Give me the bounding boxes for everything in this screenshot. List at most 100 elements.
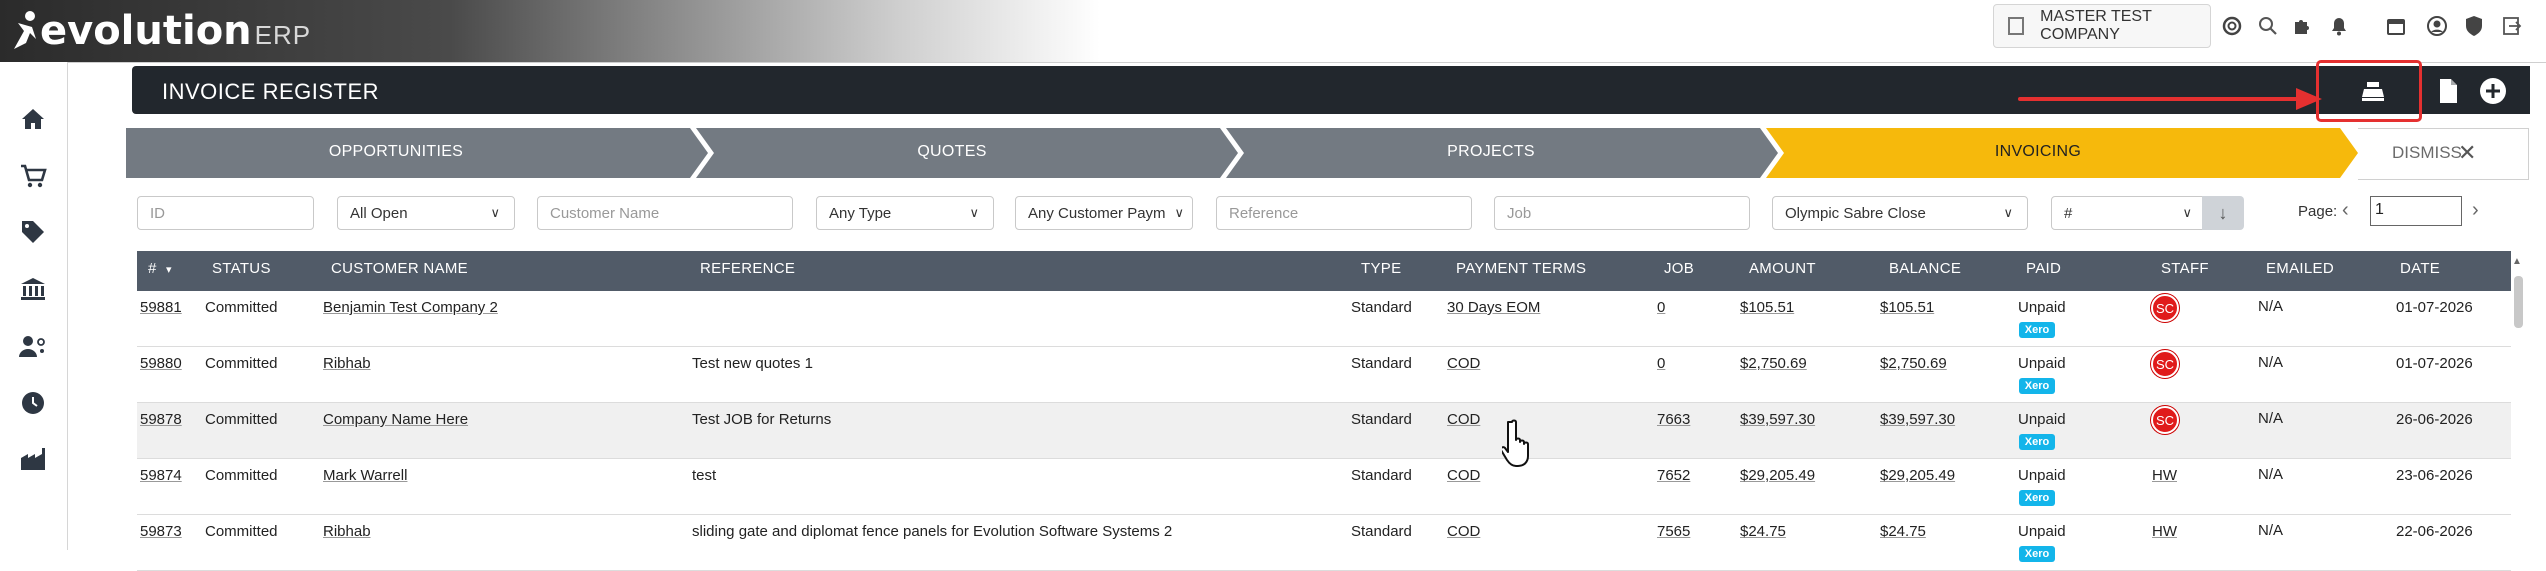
row-balance[interactable]: $2,750.69: [1880, 355, 1947, 372]
row-job[interactable]: 0: [1657, 355, 1665, 372]
row-payment-terms[interactable]: COD: [1447, 523, 1480, 540]
col-header-staff[interactable]: STAFF: [2161, 260, 2209, 277]
id-filter-input[interactable]: ID: [137, 196, 314, 230]
tag-icon[interactable]: [16, 215, 50, 249]
staff-avatar[interactable]: HW: [2152, 523, 2177, 540]
row-payment-terms[interactable]: COD: [1447, 467, 1480, 484]
staff-avatar[interactable]: HW: [2152, 467, 2177, 484]
row-customer[interactable]: Mark Warrell: [323, 467, 407, 484]
add-icon[interactable]: [2478, 76, 2508, 106]
row-amount[interactable]: $24.75: [1740, 523, 1786, 540]
cart-icon[interactable]: [16, 159, 50, 193]
puzzle-icon[interactable]: [2290, 14, 2314, 38]
row-number[interactable]: 59878: [140, 411, 182, 428]
row-type: Standard: [1351, 355, 1412, 372]
page-title: INVOICE REGISTER: [162, 79, 380, 104]
row-reference: Test new quotes 1: [692, 355, 813, 372]
bell-icon[interactable]: [2327, 14, 2351, 38]
document-icon[interactable]: [2433, 76, 2463, 106]
col-header-number[interactable]: #: [148, 260, 157, 277]
staff-avatar[interactable]: SC: [2151, 294, 2179, 322]
col-header-emailed[interactable]: EMAILED: [2266, 260, 2334, 277]
row-date: 01-07-2026: [2396, 355, 2473, 372]
col-header-customer[interactable]: CUSTOMER NAME: [331, 260, 468, 277]
row-number[interactable]: 59873: [140, 523, 182, 540]
xero-badge[interactable]: Xero: [2019, 490, 2055, 506]
row-customer[interactable]: Ribhab: [323, 523, 371, 540]
sort-direction-button[interactable]: ↓: [2202, 196, 2244, 230]
type-filter-select[interactable]: Any Type ∨: [816, 196, 994, 230]
row-payment-terms[interactable]: COD: [1447, 411, 1480, 428]
scrollbar-thumb[interactable]: [2514, 276, 2523, 328]
col-header-amount[interactable]: AMOUNT: [1749, 260, 1816, 277]
row-customer[interactable]: Company Name Here: [323, 411, 468, 428]
row-amount[interactable]: $29,205.49: [1740, 467, 1815, 484]
row-status: Committed: [205, 411, 278, 428]
row-number[interactable]: 59874: [140, 467, 182, 484]
users-icon[interactable]: [16, 329, 50, 363]
xero-badge[interactable]: Xero: [2019, 546, 2055, 562]
row-number[interactable]: 59881: [140, 299, 182, 316]
search-icon[interactable]: [2256, 14, 2280, 38]
row-number[interactable]: 59880: [140, 355, 182, 372]
col-header-balance[interactable]: BALANCE: [1889, 260, 1961, 277]
chevron-left-icon[interactable]: ‹: [2342, 199, 2349, 222]
row-payment-terms[interactable]: 30 Days EOM: [1447, 299, 1540, 316]
staff-avatar[interactable]: SC: [2151, 406, 2179, 434]
xero-badge[interactable]: Xero: [2019, 378, 2055, 394]
staff-filter-value: Olympic Sabre Close: [1785, 204, 1926, 222]
app-logo[interactable]: evolution ERP: [10, 4, 311, 58]
row-job[interactable]: 7565: [1657, 523, 1690, 540]
chevron-down-icon: ∨: [1174, 205, 1184, 220]
row-amount[interactable]: $2,750.69: [1740, 355, 1807, 372]
home-icon[interactable]: [16, 102, 50, 136]
row-balance[interactable]: $29,205.49: [1880, 467, 1955, 484]
col-header-date[interactable]: DATE: [2400, 260, 2440, 277]
row-customer[interactable]: Ribhab: [323, 355, 371, 372]
row-amount[interactable]: $39,597.30: [1740, 411, 1815, 428]
col-header-type[interactable]: TYPE: [1361, 260, 1401, 277]
row-job[interactable]: 0: [1657, 299, 1665, 316]
job-filter-input[interactable]: Job: [1494, 196, 1750, 230]
page-number-input[interactable]: 1: [2370, 196, 2462, 226]
shield-icon[interactable]: [2462, 14, 2486, 38]
clock-icon[interactable]: [16, 386, 50, 420]
col-header-job[interactable]: JOB: [1664, 260, 1694, 277]
row-balance[interactable]: $39,597.30: [1880, 411, 1955, 428]
sort-field-select[interactable]: # ∨: [2051, 196, 2221, 230]
status-filter-select[interactable]: All Open ∨: [337, 196, 515, 230]
row-job[interactable]: 7652: [1657, 467, 1690, 484]
help-icon[interactable]: [2220, 14, 2244, 38]
dismiss-button[interactable]: DISMISS ✕: [2358, 128, 2529, 180]
row-status: Committed: [205, 355, 278, 372]
factory-icon[interactable]: [16, 442, 50, 476]
row-amount[interactable]: $105.51: [1740, 299, 1794, 316]
col-header-reference[interactable]: REFERENCE: [700, 260, 795, 277]
staff-avatar[interactable]: SC: [2151, 350, 2179, 378]
row-emailed: N/A: [2258, 522, 2284, 539]
col-header-paid[interactable]: PAID: [2026, 260, 2061, 277]
xero-badge[interactable]: Xero: [2019, 322, 2055, 338]
bank-icon[interactable]: [16, 272, 50, 306]
evolution-figure-icon: [14, 11, 36, 49]
row-balance[interactable]: $24.75: [1880, 523, 1926, 540]
payment-filter-select[interactable]: Any Customer Paym ∨: [1015, 196, 1193, 230]
calendar-icon[interactable]: [2384, 14, 2408, 38]
col-header-payment-terms[interactable]: PAYMENT TERMS: [1456, 260, 1586, 277]
reference-filter-input[interactable]: Reference: [1216, 196, 1472, 230]
customer-filter-input[interactable]: Customer Name: [537, 196, 793, 230]
row-job[interactable]: 7663: [1657, 411, 1690, 428]
logout-icon[interactable]: [2500, 14, 2524, 38]
staff-filter-select[interactable]: Olympic Sabre Close ∨: [1772, 196, 2028, 230]
xero-badge[interactable]: Xero: [2019, 434, 2055, 450]
row-customer[interactable]: Benjamin Test Company 2: [323, 299, 498, 316]
company-name: MASTER TEST COMPANY: [2040, 8, 2152, 43]
chevron-right-icon[interactable]: ›: [2472, 199, 2479, 222]
user-icon[interactable]: [2425, 14, 2449, 38]
col-header-status[interactable]: STATUS: [212, 260, 271, 277]
company-selector[interactable]: MASTER TEST COMPANY: [1993, 4, 2211, 48]
scroll-up-icon[interactable]: ▲: [2512, 256, 2522, 267]
chevron-down-icon: ∨: [2182, 205, 2192, 220]
row-balance[interactable]: $105.51: [1880, 299, 1934, 316]
row-payment-terms[interactable]: COD: [1447, 355, 1480, 372]
